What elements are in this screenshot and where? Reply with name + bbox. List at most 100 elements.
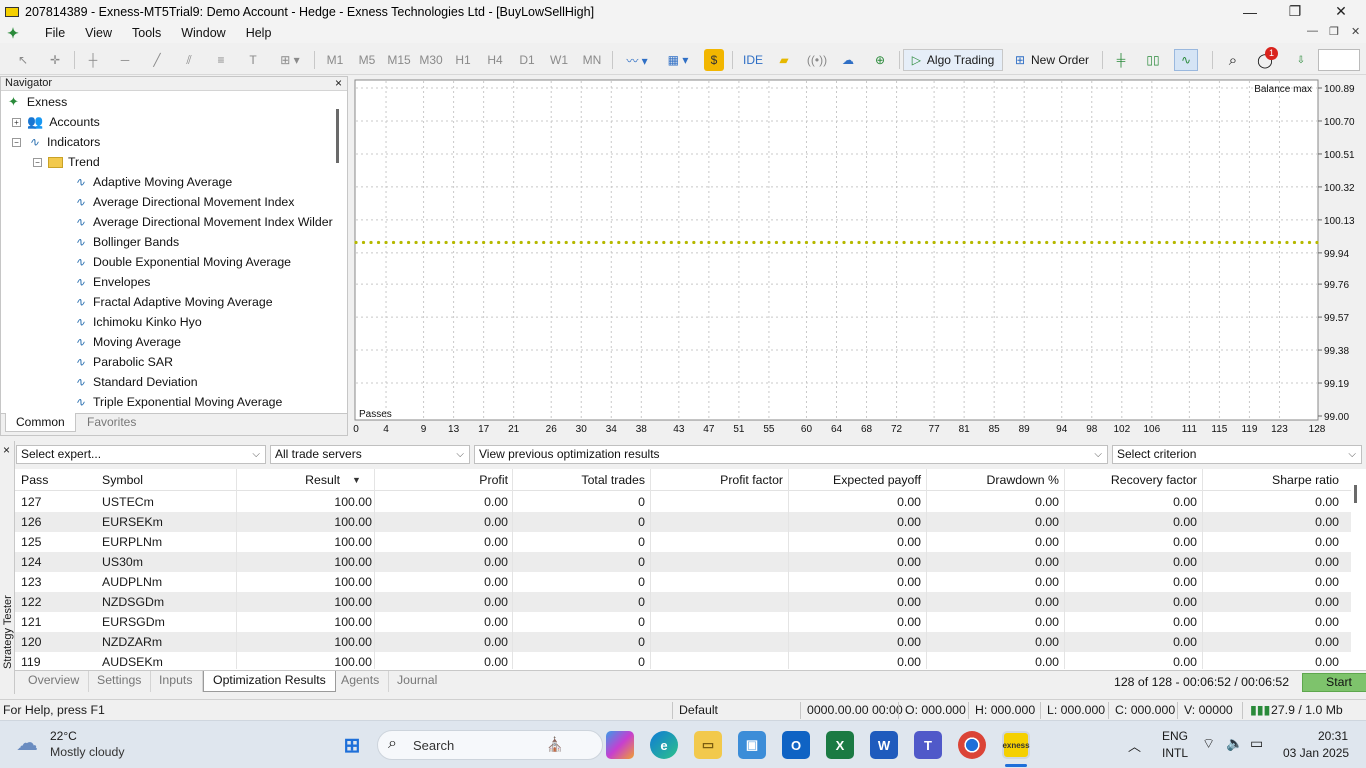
tab-overview[interactable]: Overview — [19, 671, 90, 692]
collapse-icon[interactable]: − — [33, 157, 42, 167]
column-sharpe-ratio[interactable]: Sharpe ratio — [1203, 469, 1339, 491]
language-secondary[interactable]: INTL — [1162, 746, 1188, 760]
vps-cloud-icon[interactable]: ☁ — [837, 49, 859, 71]
table-row[interactable]: 127 USTECm 100.00 0.00 0 0.00 0.00 0.00 0.00 — [15, 492, 1351, 512]
timeframe-h1[interactable]: H1 — [451, 49, 475, 71]
tree-item-indicator[interactable]: ∿ Average Directional Movement Index Wild… — [73, 212, 333, 232]
outlook-icon[interactable]: O — [782, 731, 810, 759]
column-drawdown[interactable]: Drawdown % — [927, 469, 1059, 491]
trade-servers-dropdown[interactable]: All trade servers ⌵ — [270, 445, 470, 464]
candlestick-icon[interactable]: ▯▯ — [1142, 49, 1164, 71]
minimize-button[interactable]: — — [1227, 0, 1273, 23]
exness-taskbar-icon[interactable]: exness — [1002, 731, 1030, 759]
timeframe-w1[interactable]: W1 — [547, 49, 571, 71]
tab-inputs[interactable]: Inputs — [150, 671, 203, 692]
profile-name[interactable]: Default — [679, 700, 718, 721]
timeframe-m30[interactable]: M30 — [417, 49, 445, 71]
chevron-up-icon[interactable]: ︿ — [1128, 736, 1141, 755]
tester-close-icon[interactable]: × — [3, 443, 10, 457]
tab-optimization-results[interactable]: Optimization Results — [203, 671, 336, 692]
timeframe-m15[interactable]: M15 — [385, 49, 413, 71]
column-expected-payoff[interactable]: Expected payoff — [789, 469, 921, 491]
column-symbol[interactable]: Symbol — [102, 469, 143, 491]
clock-time[interactable]: 20:31 — [1318, 729, 1348, 743]
chrome-icon[interactable] — [958, 731, 986, 759]
table-row[interactable]: 119 AUDSEKm 100.00 0.00 0 0.00 0.00 0.00 0.00 — [15, 652, 1351, 672]
tree-item-indicator[interactable]: ∿ Bollinger Bands — [73, 232, 179, 252]
line-chart-icon[interactable]: ∿ — [1174, 49, 1198, 71]
tree-item-indicator[interactable]: ∿ Parabolic SAR — [73, 352, 173, 372]
add-icon[interactable]: ⊕ — [869, 49, 891, 71]
child-close-icon[interactable]: ✕ — [1351, 25, 1360, 38]
battery-icon[interactable]: ▭ — [1250, 735, 1263, 752]
tree-item-indicator[interactable]: ∿ Double Exponential Moving Average — [73, 252, 291, 272]
clock-date[interactable]: 03 Jan 2025 — [1283, 746, 1349, 760]
optimization-chart[interactable]: 100.89 100.70 100.51 100.32 100.13 99.94 99.76… — [353, 76, 1366, 436]
horizontal-line-icon[interactable]: ─ — [114, 49, 136, 71]
language-primary[interactable]: ENG — [1162, 729, 1188, 743]
table-row[interactable]: 126 EURSEKm 100.00 0.00 0 0.00 0.00 0.00 0.00 — [15, 512, 1351, 532]
collapse-icon[interactable]: − — [12, 137, 21, 147]
channel-icon[interactable]: ⫽ — [178, 49, 200, 71]
column-result[interactable]: Result — [237, 469, 340, 491]
tree-item-indicator[interactable]: ∿ Moving Average — [73, 332, 181, 352]
child-restore-icon[interactable]: ❐ — [1329, 25, 1339, 38]
weather-desc[interactable]: Mostly cloudy — [50, 745, 125, 759]
timeframe-m5[interactable]: M5 — [354, 49, 380, 71]
table-row[interactable]: 120 NZDZARm 100.00 0.00 0 0.00 0.00 0.00 0.00 — [15, 632, 1351, 652]
app-icon[interactable]: ✦ — [5, 25, 21, 41]
word-icon[interactable]: W — [870, 731, 898, 759]
timeframe-mn[interactable]: MN — [579, 49, 605, 71]
file-explorer-icon[interactable]: ▭ — [694, 731, 722, 759]
cursor-icon[interactable]: ↖ — [12, 49, 34, 71]
close-window-button[interactable]: ✕ — [1318, 0, 1364, 23]
tree-item-indicator[interactable]: ∿ Adaptive Moving Average — [73, 172, 232, 192]
excel-icon[interactable]: X — [826, 731, 854, 759]
timeframe-d1[interactable]: D1 — [515, 49, 539, 71]
taskbar-search[interactable]: ⌕ Search ⛪ — [377, 730, 603, 760]
start-button[interactable]: Start — [1302, 673, 1366, 692]
indicators-icon[interactable]: ▦ ▾ — [660, 49, 696, 71]
column-recovery-factor[interactable]: Recovery factor — [1065, 469, 1197, 491]
navigator-scrollbar[interactable] — [336, 109, 339, 163]
tab-common[interactable]: Common — [5, 413, 76, 432]
tree-item-indicator[interactable]: ∿ Triple Exponential Moving Average — [73, 392, 282, 412]
restore-button[interactable]: ❐ — [1272, 0, 1318, 23]
algo-trading-button[interactable]: ▷ Algo Trading — [903, 49, 1003, 71]
tree-item-trend[interactable]: − Trend — [33, 152, 100, 172]
column-total-trades[interactable]: Total trades — [513, 469, 645, 491]
tree-item-exness[interactable]: ✦ Exness — [8, 92, 67, 112]
volume-mute-icon[interactable]: 🔈 — [1226, 735, 1243, 752]
table-row[interactable]: 123 AUDPLNm 100.00 0.00 0 0.00 0.00 0.00 0.00 — [15, 572, 1351, 592]
table-row[interactable]: 124 US30m 100.00 0.00 0 0.00 0.00 0.00 0.00 — [15, 552, 1351, 572]
navigator-close-icon[interactable]: × — [335, 77, 342, 90]
previous-results-dropdown[interactable]: View previous optimization results ⌵ — [474, 445, 1108, 464]
teams-icon[interactable]: T — [914, 731, 942, 759]
results-scrollbar[interactable] — [1354, 485, 1357, 503]
weather-icon[interactable]: ☁ — [16, 730, 38, 756]
edge-icon[interactable]: e — [650, 731, 678, 759]
tab-favorites[interactable]: Favorites — [77, 413, 146, 432]
trendline-icon[interactable]: ╱ — [146, 49, 168, 71]
vertical-line-icon[interactable]: ┼ — [82, 49, 104, 71]
search-icon[interactable]: ⌕ — [1222, 49, 1244, 71]
tree-item-indicator[interactable]: ∿ Average Directional Movement Index — [73, 192, 294, 212]
timeframe-m1[interactable]: M1 — [322, 49, 348, 71]
chart-type-icon[interactable]: 〰 ▾ — [618, 49, 656, 71]
windows-start-icon[interactable]: ⊞ — [338, 731, 366, 759]
tab-journal[interactable]: Journal — [388, 671, 446, 692]
expand-icon[interactable]: + — [12, 117, 21, 127]
column-profit-factor[interactable]: Profit factor — [651, 469, 783, 491]
fibonacci-icon[interactable]: ≡ — [210, 49, 232, 71]
tree-item-indicator[interactable]: ∿ Standard Deviation — [73, 372, 198, 392]
market-bag-icon[interactable]: ▰ — [774, 49, 794, 71]
child-minimize-icon[interactable]: — — [1307, 25, 1318, 37]
tree-item-indicators[interactable]: − ∿ Indicators — [12, 132, 100, 152]
dollar-icon[interactable]: $ — [704, 49, 724, 71]
text-tool-icon[interactable]: T — [242, 49, 264, 71]
menu-tools[interactable]: Tools — [122, 26, 171, 40]
bar-chart-icon[interactable]: ╪ — [1110, 49, 1132, 71]
criterion-dropdown[interactable]: Select criterion ⌵ — [1112, 445, 1362, 464]
sort-desc-icon[interactable]: ▼ — [352, 469, 361, 491]
ide-button[interactable]: IDE — [740, 49, 766, 71]
